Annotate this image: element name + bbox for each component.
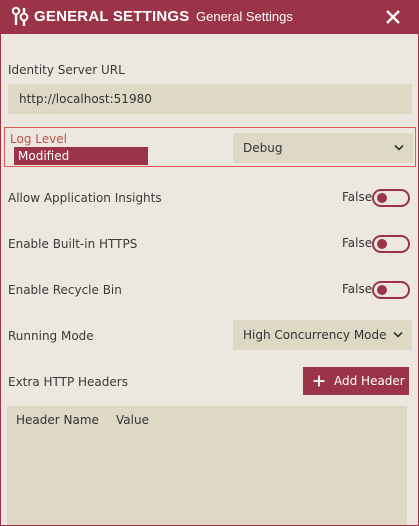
builtin-https-label: Enable Built-in HTTPS [8,237,138,251]
identity-server-url-input[interactable]: http://localhost:51980 [8,84,412,114]
close-icon[interactable] [382,6,404,28]
modified-badge: Modified [14,147,148,165]
page-title: GENERAL SETTINGS [34,8,190,25]
page-subtitle: General Settings [196,9,293,24]
running-mode-select[interactable]: High Concurrency Mode [233,320,412,350]
application-insights-toggle[interactable] [372,189,410,207]
add-header-button[interactable]: Add Header [303,367,409,395]
toggle-knob [377,193,387,203]
extra-headers-table: Header Name Value [7,406,407,525]
log-level-label: Log Level [10,132,67,146]
toggle-knob [377,239,387,249]
builtin-https-state: False [342,236,373,250]
application-insights-state: False [342,190,373,204]
general-settings-window: GENERAL SETTINGS General Settings Identi… [0,0,419,526]
running-mode-selected-value: High Concurrency Mode [243,328,387,342]
recycle-bin-toggle[interactable] [372,281,410,299]
running-mode-label: Running Mode [8,329,94,343]
log-level-selected-value: Debug [243,141,283,155]
title-bar: GENERAL SETTINGS General Settings [1,1,418,34]
plus-icon [313,375,325,387]
toggle-knob [377,285,387,295]
application-insights-label: Allow Application Insights [8,191,162,205]
recycle-bin-label: Enable Recycle Bin [8,283,122,297]
identity-server-url-label: Identity Server URL [8,63,125,77]
wrench-settings-icon [11,6,29,26]
add-header-button-label: Add Header [334,374,405,388]
chevron-down-icon [394,144,404,151]
column-header-value[interactable]: Value [116,413,149,427]
extra-http-headers-label: Extra HTTP Headers [8,375,128,389]
chevron-down-icon [393,331,403,338]
column-header-name[interactable]: Header Name [16,413,99,427]
builtin-https-toggle[interactable] [372,235,410,253]
log-level-select[interactable]: Debug [233,133,413,163]
log-level-row: Log Level Modified Debug [4,127,416,167]
recycle-bin-state: False [342,282,373,296]
